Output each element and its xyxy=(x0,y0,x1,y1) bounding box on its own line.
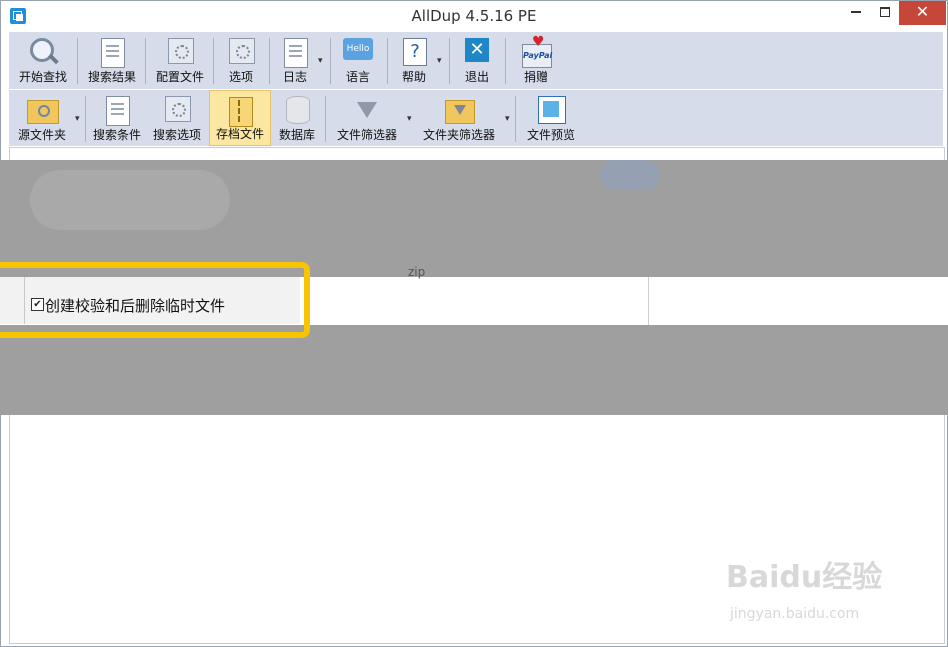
folder-filter-dropdown-arrow[interactable]: ▾ xyxy=(505,114,510,124)
language-icon: Hello xyxy=(343,38,373,60)
help-button[interactable]: ? 帮助 xyxy=(391,32,437,88)
source-folder-label: 源文件夹 xyxy=(17,128,66,142)
help-dropdown-arrow[interactable]: ▾ xyxy=(437,56,442,66)
log-dropdown-arrow[interactable]: ▾ xyxy=(318,56,323,66)
folder-filter-label: 文件夹筛选器 xyxy=(422,128,495,142)
search-criteria-label: 搜索条件 xyxy=(92,128,141,142)
file-filter-dropdown-arrow[interactable]: ▾ xyxy=(407,114,412,124)
close-button[interactable]: ✕ xyxy=(899,1,946,25)
watermark-url: jingyan.baidu.com xyxy=(730,606,860,622)
profile-button[interactable]: 配置文件 xyxy=(149,32,211,88)
folder-filter-icon xyxy=(445,100,475,124)
faint-zip-text: zip xyxy=(408,265,426,279)
minimize-button[interactable] xyxy=(841,1,871,25)
start-search-button[interactable]: 开始查找 xyxy=(11,32,75,88)
options-button[interactable]: 选项 xyxy=(217,32,265,88)
log-button[interactable]: 日志 xyxy=(273,32,317,88)
file-filter-button[interactable]: 文件筛选器 xyxy=(331,90,403,146)
donate-button[interactable]: PayPal 捐赠 xyxy=(511,31,561,88)
options-label: 选项 xyxy=(228,70,253,84)
log-label: 日志 xyxy=(282,70,307,84)
watermark-logo: Baidu经验 xyxy=(726,560,883,595)
exit-label: 退出 xyxy=(464,70,489,84)
paypal-icon: PayPal xyxy=(522,31,552,68)
search-criteria-icon xyxy=(106,96,130,126)
profile-label: 配置文件 xyxy=(155,70,204,84)
main-toolbar: 开始查找 搜索结果 配置文件 选项 日志 ▾ Hello 语言 ? 帮助 ▾ ✕… xyxy=(9,31,943,89)
highlight-frame xyxy=(0,262,310,338)
search-icon xyxy=(30,38,54,62)
folder-filter-button[interactable]: 文件夹筛选器 xyxy=(417,90,501,146)
help-label: 帮助 xyxy=(401,70,426,84)
database-button[interactable]: 数据库 xyxy=(273,90,321,146)
toolbar-separator xyxy=(449,38,450,84)
search-criteria-button[interactable]: 搜索条件 xyxy=(89,90,145,146)
blur-patch xyxy=(600,160,660,190)
search-results-button[interactable]: 搜索结果 xyxy=(81,32,143,88)
source-folder-dropdown-arrow[interactable]: ▾ xyxy=(75,114,80,124)
blurred-overlay-top xyxy=(0,160,948,277)
toolbar-separator xyxy=(330,38,331,84)
exit-icon: ✕ xyxy=(465,38,489,62)
donate-label: 捐赠 xyxy=(523,70,548,84)
toolbar-separator xyxy=(77,38,78,84)
blurred-overlay-bottom xyxy=(0,325,948,415)
language-button[interactable]: Hello 语言 xyxy=(335,32,381,88)
archive-files-button[interactable]: 存档文件 xyxy=(209,90,271,146)
source-folder-icon xyxy=(27,100,59,124)
archive-files-label: 存档文件 xyxy=(215,127,264,141)
maximize-icon xyxy=(880,6,890,17)
toolbar-separator xyxy=(213,38,214,84)
toolbar-separator xyxy=(387,38,388,84)
file-preview-icon xyxy=(538,96,566,124)
toolbar-separator xyxy=(325,96,326,142)
file-preview-label: 文件预览 xyxy=(526,128,575,142)
title-bar: AllDup 4.5.16 PE ✕ xyxy=(1,1,947,32)
column-separator xyxy=(648,277,649,325)
exit-button[interactable]: ✕ 退出 xyxy=(455,32,499,88)
start-search-label: 开始查找 xyxy=(18,70,67,84)
profile-icon xyxy=(168,38,194,64)
archive-icon xyxy=(229,97,253,127)
toolbar-separator xyxy=(505,38,506,84)
file-preview-button[interactable]: 文件预览 xyxy=(521,90,581,146)
blur-patch xyxy=(30,170,230,230)
language-label: 语言 xyxy=(345,70,370,84)
log-icon xyxy=(284,38,308,68)
help-icon: ? xyxy=(403,38,427,66)
toolbar-separator xyxy=(269,38,270,84)
minimize-icon xyxy=(851,10,861,13)
search-options-label: 搜索选项 xyxy=(152,128,201,142)
toolbar-separator xyxy=(515,96,516,142)
search-options-button[interactable]: 搜索选项 xyxy=(149,90,205,146)
file-filter-icon xyxy=(357,102,377,118)
toolbar-separator xyxy=(145,38,146,84)
maximize-button[interactable] xyxy=(870,1,900,25)
window-title: AllDup 4.5.16 PE xyxy=(411,7,537,25)
toolbar-separator xyxy=(85,96,86,142)
secondary-toolbar: 源文件夹 ▾ 搜索条件 搜索选项 存档文件 数据库 文件筛选器 ▾ 文件夹筛选器 xyxy=(9,90,943,146)
search-options-icon xyxy=(165,96,191,122)
options-icon xyxy=(229,38,255,64)
file-filter-label: 文件筛选器 xyxy=(336,128,397,142)
database-label: 数据库 xyxy=(278,128,315,142)
source-folder-button[interactable]: 源文件夹 xyxy=(11,90,73,146)
results-icon xyxy=(101,38,125,68)
database-icon xyxy=(286,96,310,124)
search-results-label: 搜索结果 xyxy=(87,70,136,84)
